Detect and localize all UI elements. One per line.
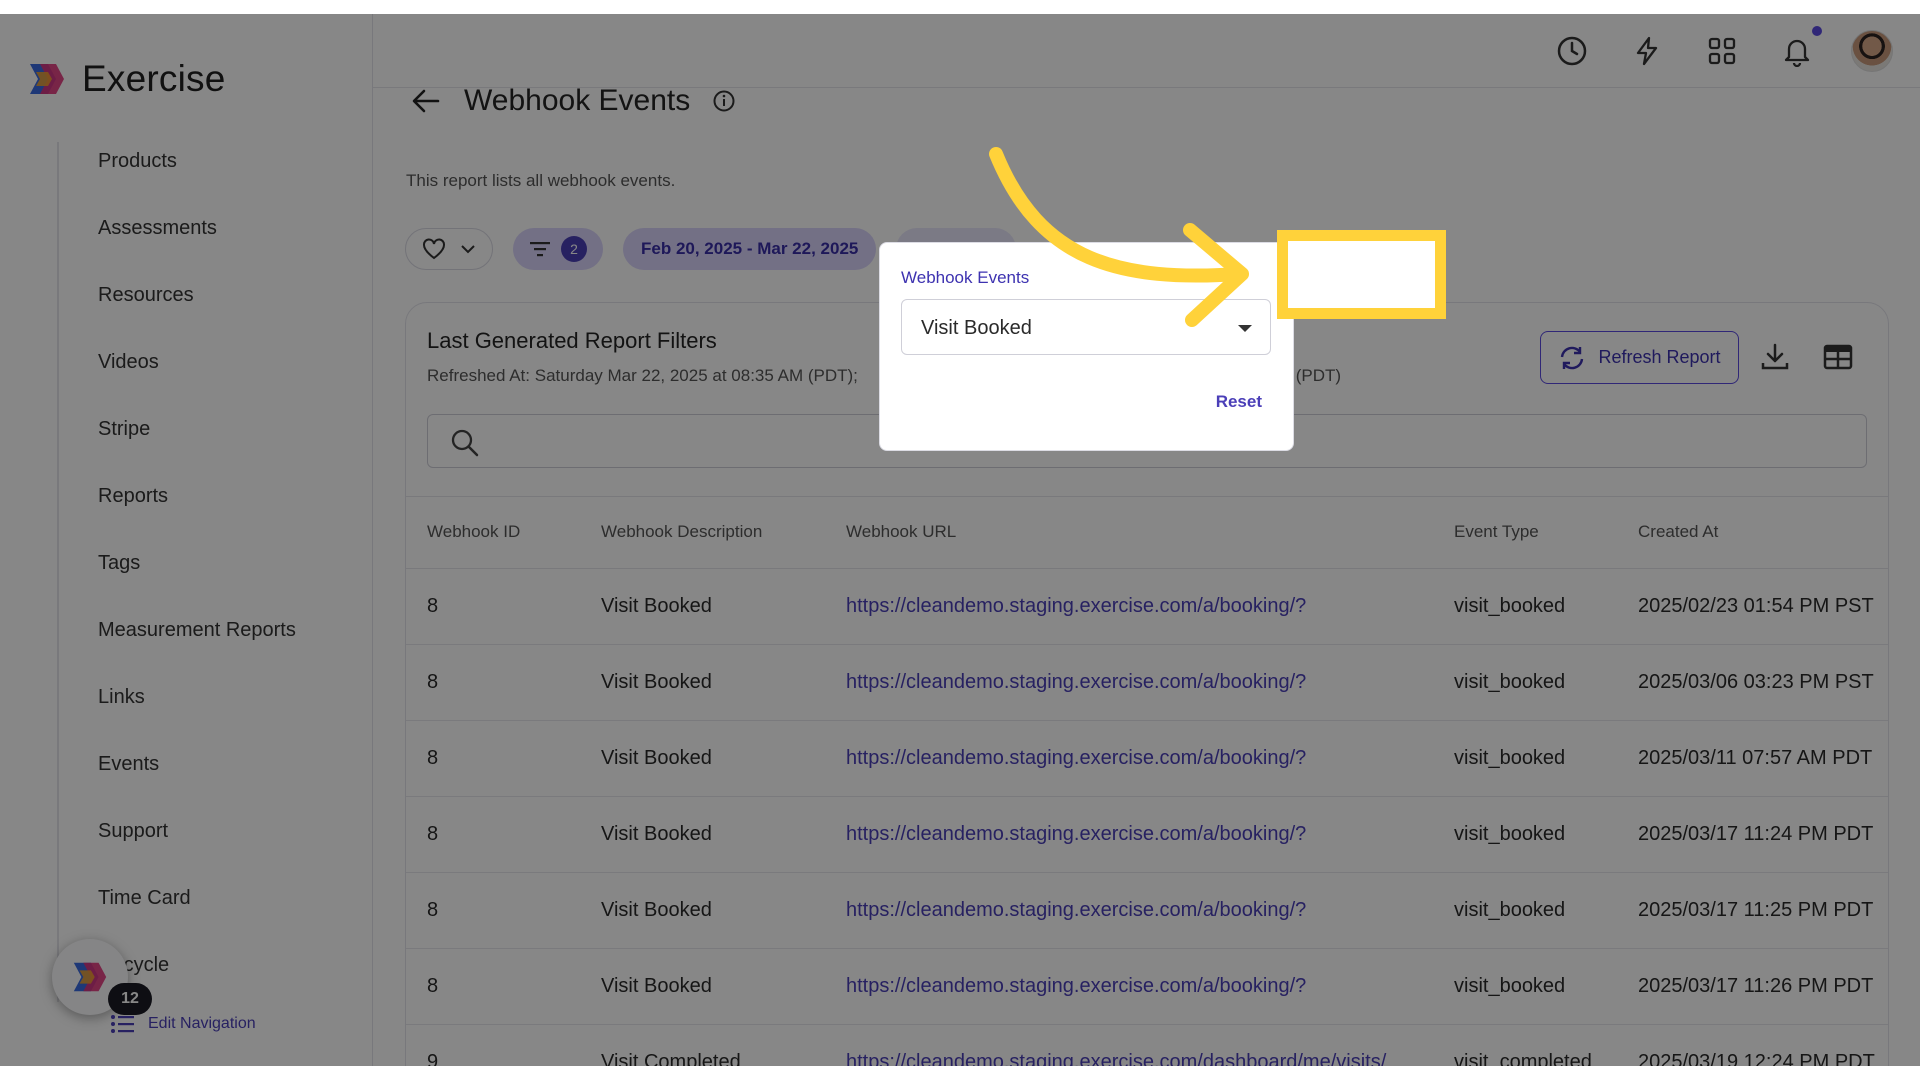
tutorial-overlay [0,14,1920,1066]
reset-button[interactable]: Reset [1216,392,1262,412]
callout-arrow-icon [989,147,1249,327]
app-window: Exercise Products Assessments Resources Vid… [0,14,1920,1066]
highlight-box [1277,230,1446,319]
